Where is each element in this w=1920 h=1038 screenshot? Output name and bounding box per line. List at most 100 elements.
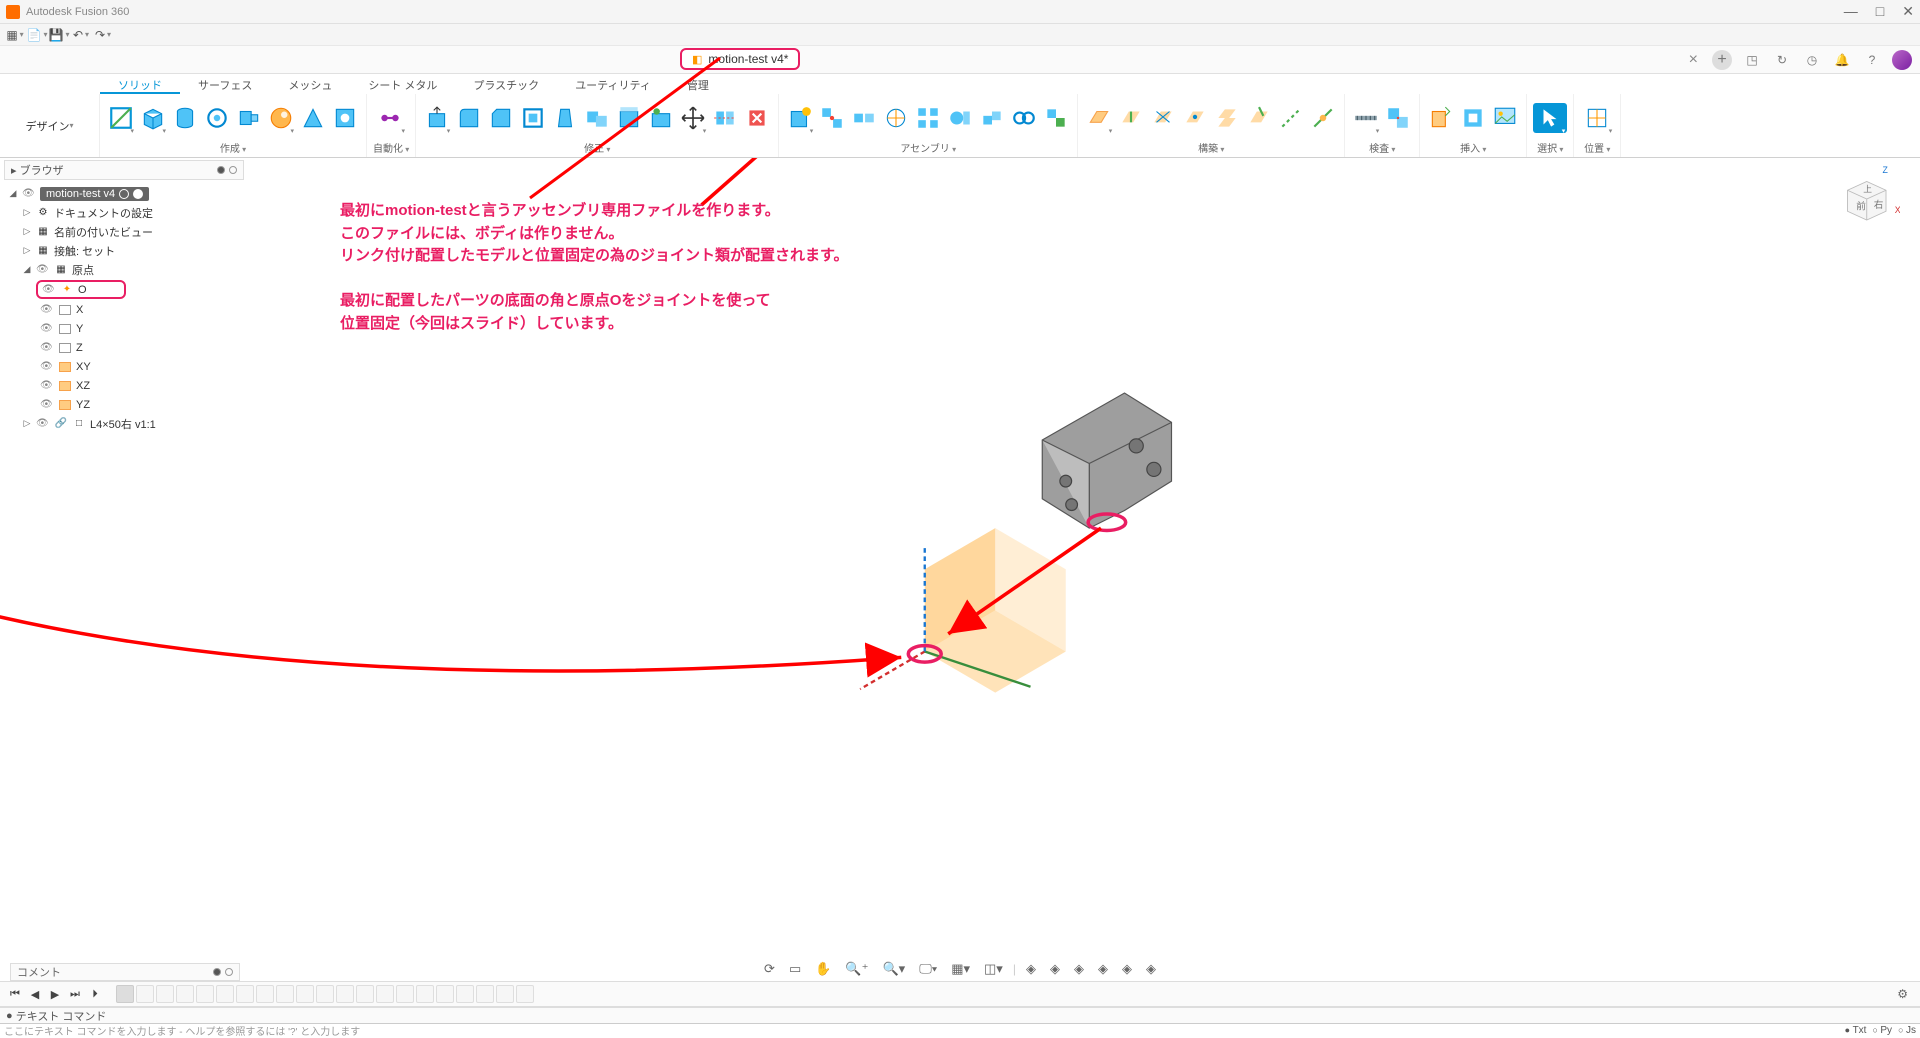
contactset-tool-icon[interactable] xyxy=(977,103,1007,133)
comment-pin-icon[interactable] xyxy=(213,968,221,976)
decal-tool-icon[interactable] xyxy=(1458,103,1488,133)
close-button[interactable]: ✕ xyxy=(1902,3,1914,20)
axis-tool-icon[interactable] xyxy=(1116,103,1146,133)
timeline-track[interactable] xyxy=(116,985,534,1003)
help-icon[interactable]: ? xyxy=(1862,50,1882,70)
plane-tool-icon[interactable]: ▾ xyxy=(1084,103,1114,133)
timeline-end-button[interactable]: ⏵ xyxy=(86,988,104,1001)
orbit-icon[interactable]: ⟳ xyxy=(760,959,779,979)
motionlink-tool-icon[interactable] xyxy=(1009,103,1039,133)
zoom-icon[interactable]: 🔍⁺ xyxy=(841,959,872,979)
job-status-icon[interactable]: ◷ xyxy=(1802,50,1822,70)
minimize-button[interactable]: — xyxy=(1844,3,1858,20)
insertderive-tool-icon[interactable] xyxy=(1426,103,1456,133)
viewport[interactable]: 最初にmotion-testと言うアッセンブリ専用ファイルを作ります。 このファ… xyxy=(0,158,1920,957)
axis2-tool-icon[interactable] xyxy=(1308,103,1338,133)
timeline-node[interactable] xyxy=(316,985,334,1003)
comp5-icon[interactable]: ◈ xyxy=(1118,959,1136,979)
look-icon[interactable]: ▭ xyxy=(785,959,805,979)
comment-opt-icon[interactable] xyxy=(225,968,233,976)
timeline-node[interactable] xyxy=(296,985,314,1003)
cmd-mode-txt[interactable]: Txt xyxy=(1845,1025,1867,1036)
timeline-prev-button[interactable]: ◀ xyxy=(26,988,44,1001)
axis-construct-tool-icon[interactable] xyxy=(1276,103,1306,133)
timeline-node[interactable] xyxy=(216,985,234,1003)
canvas-tool-icon[interactable] xyxy=(1490,103,1520,133)
joint-tool-icon[interactable] xyxy=(817,103,847,133)
timeline-node[interactable] xyxy=(436,985,454,1003)
pan-icon[interactable]: ✋ xyxy=(811,959,835,979)
timeline-node[interactable] xyxy=(236,985,254,1003)
text-command-input[interactable]: ここにテキスト コマンドを入力します - ヘルプを参照するには '?' と入力し… xyxy=(0,1023,1920,1037)
timeline-settings-icon[interactable]: ⚙ xyxy=(1897,987,1914,1001)
new-tab-button[interactable]: + xyxy=(1712,50,1732,70)
timeline-node[interactable] xyxy=(416,985,434,1003)
extensions-icon[interactable]: ◳ xyxy=(1742,50,1762,70)
timeline-node[interactable] xyxy=(456,985,474,1003)
timeline-node[interactable] xyxy=(356,985,374,1003)
plane-angle-tool-icon[interactable] xyxy=(1244,103,1274,133)
group-label-assembly[interactable]: アセンブリ xyxy=(785,140,1071,157)
group-label-inspect[interactable]: 検査 xyxy=(1351,140,1413,157)
timeline-node[interactable] xyxy=(256,985,274,1003)
timeline-node[interactable] xyxy=(196,985,214,1003)
notification-bell-icon[interactable]: 🔔 xyxy=(1832,50,1852,70)
timeline-start-button[interactable]: ⏮ xyxy=(6,988,24,1001)
rigidgroup-tool-icon[interactable] xyxy=(913,103,943,133)
comp1-icon[interactable]: ◈ xyxy=(1022,959,1040,979)
timeline-next-button[interactable]: ⏭ xyxy=(66,988,84,1001)
plane3pt-tool-icon[interactable] xyxy=(1180,103,1210,133)
asbuiltjoint-tool-icon[interactable] xyxy=(849,103,879,133)
ribbon-group-select: ▾ 選択 xyxy=(1527,94,1574,157)
comp3-icon[interactable]: ◈ xyxy=(1070,959,1088,979)
cmd-mode-py[interactable]: Py xyxy=(1872,1025,1892,1036)
plane-offset-tool-icon[interactable] xyxy=(1212,103,1242,133)
annotation-2: 最初に配置したパーツの底面の角と原点Oをジョイントを使って 位置固定（今回はスラ… xyxy=(340,290,771,335)
timeline-node[interactable] xyxy=(396,985,414,1003)
view-cube[interactable]: Z X 前 右 上 xyxy=(1830,164,1900,234)
measure-tool-icon[interactable]: ▾ xyxy=(1351,103,1381,133)
comp6-icon[interactable]: ◈ xyxy=(1142,959,1160,979)
refresh-icon[interactable]: ↻ xyxy=(1772,50,1792,70)
app-title: Autodesk Fusion 360 xyxy=(26,6,129,18)
timeline-node[interactable] xyxy=(476,985,494,1003)
timeline-node[interactable] xyxy=(276,985,294,1003)
group-label-construct[interactable]: 構築 xyxy=(1084,140,1338,157)
ribbon-group-construct: ▾ 構築 xyxy=(1078,94,1345,157)
ribbon-group-position: ▾ 位置 xyxy=(1574,94,1621,157)
text-command-header[interactable]: ● テキスト コマンド xyxy=(0,1007,1920,1023)
timeline-node[interactable] xyxy=(376,985,394,1003)
maximize-button[interactable]: □ xyxy=(1876,3,1884,20)
text-command-placeholder: ここにテキスト コマンドを入力します - ヘルプを参照するには '?' と入力し… xyxy=(4,1023,360,1038)
point-tool-icon[interactable] xyxy=(1148,103,1178,133)
tangent-tool-icon[interactable] xyxy=(945,103,975,133)
group-label-pos[interactable]: 位置 xyxy=(1580,140,1614,157)
timeline-node[interactable] xyxy=(496,985,514,1003)
timeline-node[interactable] xyxy=(136,985,154,1003)
comment-panel-header[interactable]: コメント xyxy=(10,963,240,981)
timeline-node[interactable] xyxy=(156,985,174,1003)
navigation-bar: ⟳ ▭ ✋ 🔍⁺ 🔍▾ 🖵▾ ▦▾ ◫▾ | ◈ ◈ ◈ ◈ ◈ ◈ xyxy=(760,959,1160,979)
comp2-icon[interactable]: ◈ xyxy=(1046,959,1064,979)
group-label-select[interactable]: 選択 xyxy=(1533,140,1567,157)
timeline-node[interactable] xyxy=(516,985,534,1003)
user-avatar[interactable] xyxy=(1892,50,1912,70)
viewport-svg xyxy=(0,158,1920,957)
group-label-insert[interactable]: 挿入 xyxy=(1426,140,1520,157)
timeline-node[interactable] xyxy=(116,985,134,1003)
display-icon[interactable]: 🖵▾ xyxy=(915,959,941,979)
timeline-node[interactable] xyxy=(336,985,354,1003)
viewports-icon[interactable]: ◫▾ xyxy=(980,959,1007,979)
timeline-play-button[interactable]: ▶ xyxy=(46,988,64,1001)
tab-close-icon[interactable]: × xyxy=(1689,51,1698,69)
timeline-node[interactable] xyxy=(176,985,194,1003)
grid-icon[interactable]: ▦▾ xyxy=(947,959,974,979)
position-tool-icon[interactable]: ▾ xyxy=(1580,103,1614,133)
fit-icon[interactable]: 🔍▾ xyxy=(878,959,909,979)
comp4-icon[interactable]: ◈ xyxy=(1094,959,1112,979)
jointorigin-tool-icon[interactable] xyxy=(881,103,911,133)
drivejoint-tool-icon[interactable] xyxy=(1041,103,1071,133)
cmd-mode-js[interactable]: Js xyxy=(1898,1025,1916,1036)
select-tool-icon[interactable]: ▾ xyxy=(1533,103,1567,133)
interference-tool-icon[interactable] xyxy=(1383,103,1413,133)
